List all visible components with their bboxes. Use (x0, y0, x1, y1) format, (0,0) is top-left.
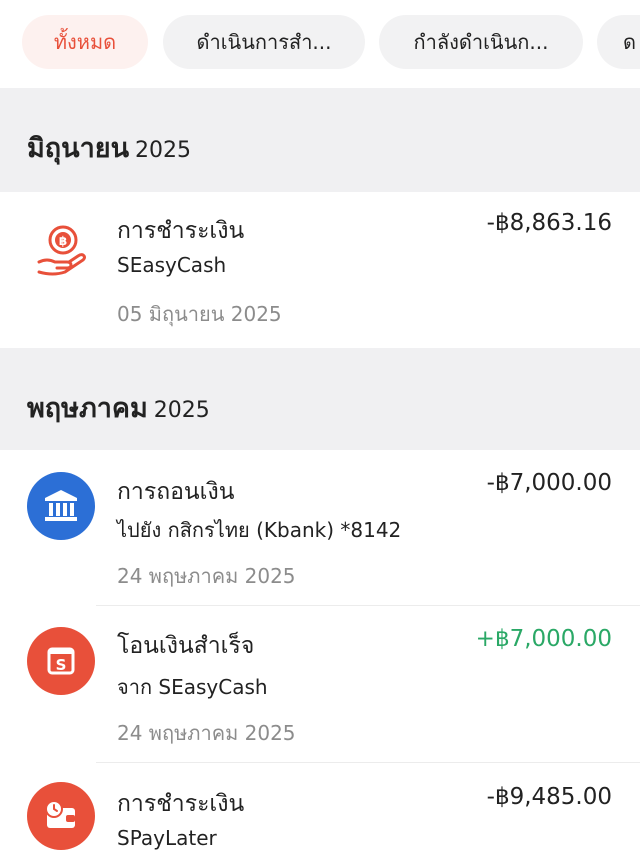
section-month: พฤษภาคม (27, 393, 148, 424)
transaction-date: 24 พฤษภาคม 2025 (117, 564, 296, 588)
transaction-subtitle: SEasyCash (117, 253, 227, 277)
row-divider (96, 762, 640, 763)
filter-chip-more[interactable]: ด (597, 15, 640, 69)
section-month: มิถุนายน (27, 133, 130, 164)
transaction-date: 24 พฤษภาคม 2025 (117, 721, 296, 745)
transaction-row[interactable]: การถอนเงิน ไปยัง กสิกรไทย (Kbank) *8142 … (0, 450, 640, 606)
transaction-row[interactable]: การชำระเงิน SPayLater -฿9,485.00 (0, 764, 640, 853)
svg-text:฿: ฿ (59, 234, 67, 248)
transaction-amount: -฿9,485.00 (486, 784, 612, 810)
row-divider (96, 605, 640, 606)
section-year: 2025 (135, 138, 192, 163)
transaction-date: 05 มิถุนายน 2025 (117, 302, 282, 326)
transaction-amount: +฿7,000.00 (475, 626, 612, 652)
section-year: 2025 (153, 398, 210, 423)
transaction-subtitle: จาก SEasyCash (117, 675, 268, 699)
filter-chip-completed[interactable]: ดำเนินการสำ... (163, 15, 365, 69)
section-title: มิถุนายน 2025 (27, 126, 191, 169)
transaction-subtitle: ไปยัง กสิกรไทย (Kbank) *8142 (117, 518, 402, 542)
wallet-s-icon: S (27, 627, 95, 695)
filter-tabs: ทั้งหมด ดำเนินการสำ... กำลังดำเนินก... ด (0, 0, 640, 88)
transaction-title: โอนเงินสำเร็จ (117, 633, 255, 659)
transaction-amount: -฿8,863.16 (486, 210, 612, 236)
transaction-subtitle: SPayLater (117, 826, 217, 850)
section-header-may: พฤษภาคม 2025 (0, 348, 640, 450)
filter-chip-in-progress[interactable]: กำลังดำเนินก... (379, 15, 583, 69)
transaction-title: การชำระเงิน (117, 218, 245, 244)
section-header-june: มิถุนายน 2025 (0, 88, 640, 192)
transaction-title: การชำระเงิน (117, 791, 245, 817)
filter-chip-all[interactable]: ทั้งหมด (22, 15, 148, 69)
transaction-title: การถอนเงิน (117, 479, 235, 505)
hand-coin-icon: ฿ (27, 216, 95, 284)
transaction-row[interactable]: ฿ การชำระเงิน SEasyCash 05 มิถุนายน 2025… (0, 192, 640, 348)
bank-icon (27, 472, 95, 540)
transaction-amount: -฿7,000.00 (486, 470, 612, 496)
transaction-row[interactable]: S โอนเงินสำเร็จ จาก SEasyCash 24 พฤษภาคม… (0, 607, 640, 763)
svg-text:S: S (56, 656, 67, 674)
section-title: พฤษภาคม 2025 (27, 386, 210, 429)
wallet-clock-icon (27, 782, 95, 850)
